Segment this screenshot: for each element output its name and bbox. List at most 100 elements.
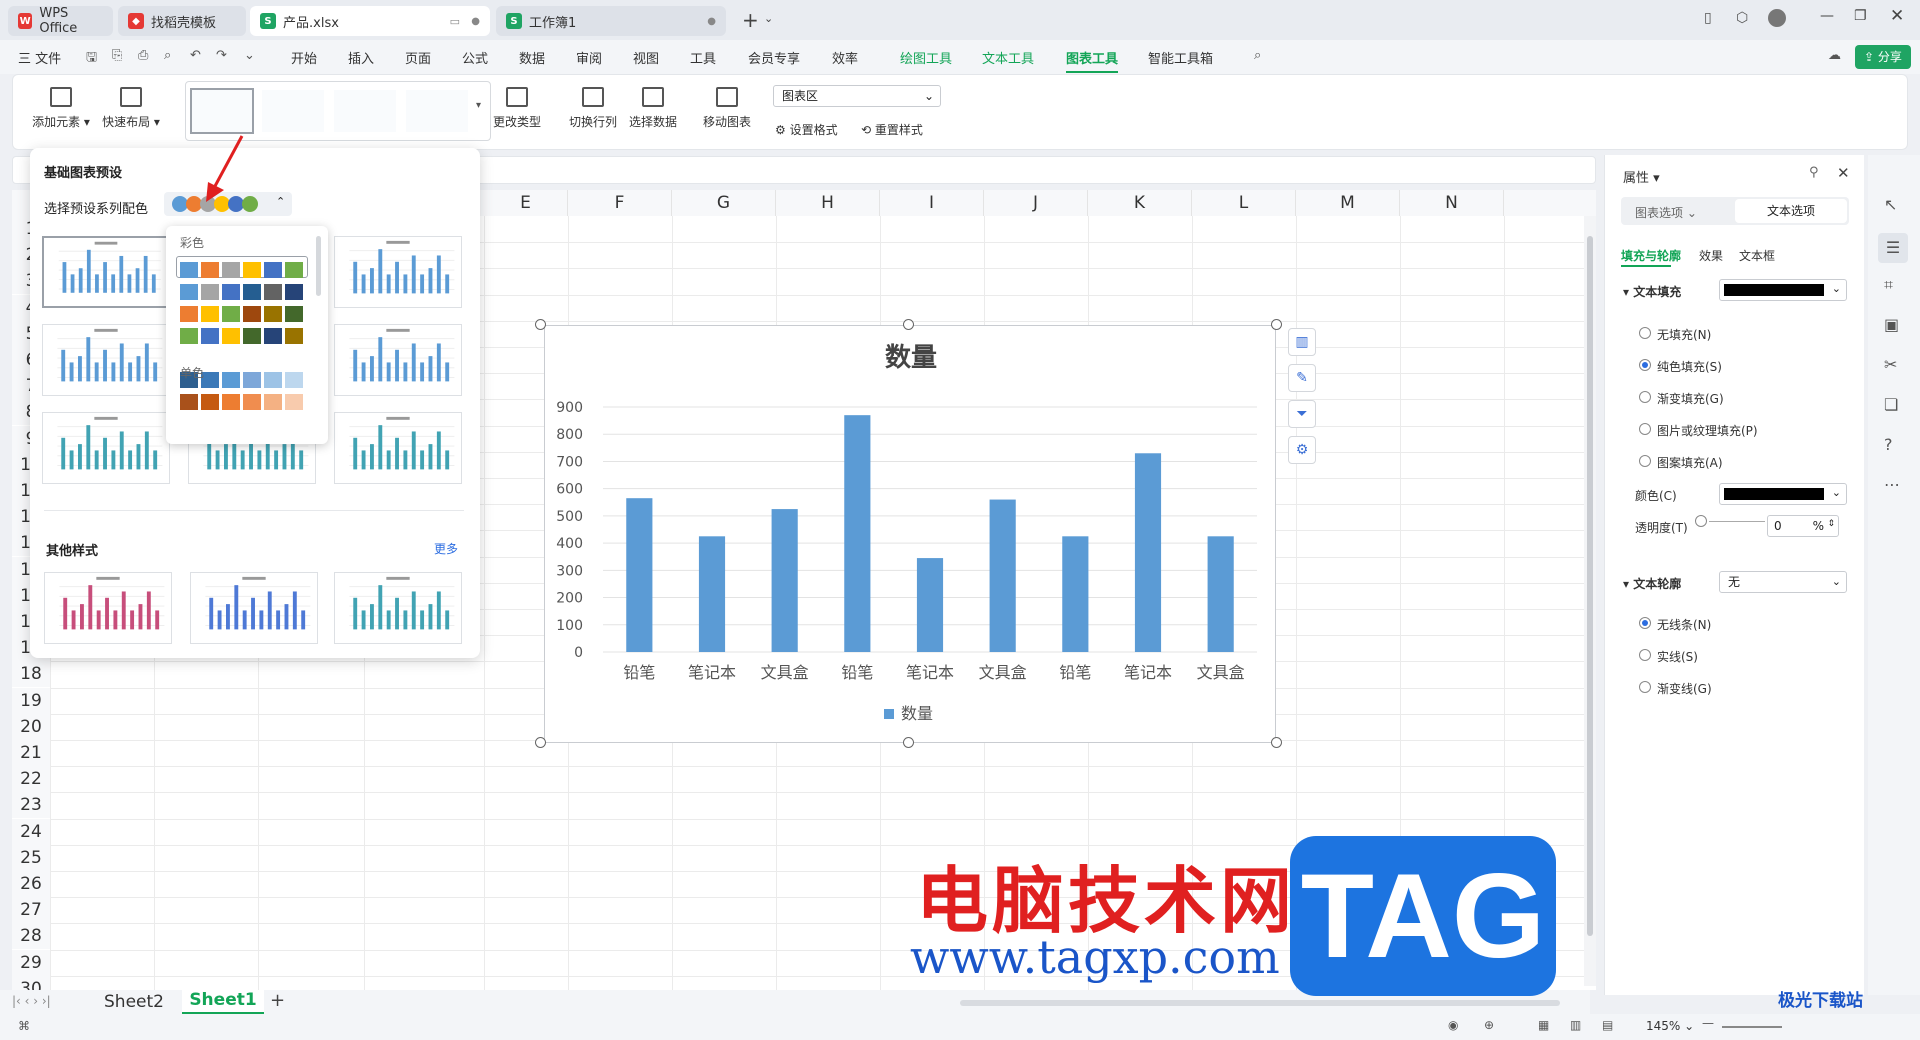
chart-settings-icon[interactable]: ⚙ bbox=[1288, 436, 1316, 464]
palette-swatch[interactable] bbox=[285, 328, 303, 344]
eye-protection-icon[interactable]: ◉ bbox=[1448, 1018, 1458, 1032]
select-data-button[interactable]: 选择数据 bbox=[625, 87, 681, 130]
palette-swatch[interactable] bbox=[285, 284, 303, 300]
palette-swatch[interactable] bbox=[201, 394, 219, 410]
zoom-out-icon[interactable]: — bbox=[1702, 1016, 1714, 1030]
restore-icon[interactable]: ❐ bbox=[1854, 8, 1867, 24]
style-thumb-2[interactable] bbox=[262, 90, 324, 132]
minimize-icon[interactable]: — bbox=[1820, 8, 1834, 24]
palette-swatch[interactable] bbox=[222, 328, 240, 344]
tab-chart-options[interactable]: 图表选项 ⌄ bbox=[1635, 204, 1697, 221]
avatar[interactable] bbox=[1768, 9, 1786, 27]
preset-thumb[interactable] bbox=[334, 412, 462, 484]
help-icon[interactable]: ? bbox=[1884, 435, 1893, 454]
menu-insert[interactable]: 插入 bbox=[348, 48, 374, 67]
resize-handle[interactable] bbox=[535, 737, 546, 748]
row-header[interactable]: 21 bbox=[12, 740, 50, 766]
undo-icon[interactable]: ↶ bbox=[190, 48, 201, 63]
chart-title[interactable]: 数量 bbox=[885, 343, 937, 373]
set-format-button[interactable]: ⚙ 设置格式 bbox=[775, 121, 838, 138]
properties-icon[interactable]: ☰ bbox=[1878, 233, 1908, 263]
export-icon[interactable]: ⎘ bbox=[112, 48, 122, 63]
radio-gradient-fill[interactable] bbox=[1639, 391, 1651, 403]
cube-icon[interactable]: ⬡ bbox=[1736, 10, 1748, 26]
text-outline-section[interactable]: ▾ 文本轮廓 bbox=[1623, 575, 1681, 592]
page-break-icon[interactable]: ▤ bbox=[1602, 1018, 1613, 1032]
more-icon[interactable]: ⋯ bbox=[1884, 475, 1900, 494]
change-type-button[interactable]: 更改类型 bbox=[489, 87, 545, 130]
preset-thumb[interactable] bbox=[334, 236, 462, 308]
menu-efficiency[interactable]: 效率 bbox=[832, 48, 858, 67]
radio-no-line[interactable] bbox=[1639, 617, 1651, 629]
normal-view-icon[interactable]: ▦ bbox=[1538, 1018, 1549, 1032]
close-icon[interactable]: ✕ bbox=[1837, 164, 1850, 182]
book-icon[interactable]: ❏ bbox=[1884, 395, 1898, 414]
palette-swatch[interactable] bbox=[222, 262, 240, 278]
column-header[interactable]: G bbox=[672, 190, 776, 216]
row-header[interactable]: 27 bbox=[12, 897, 50, 924]
palette-swatch[interactable] bbox=[243, 284, 261, 300]
zoom-slider[interactable] bbox=[1722, 1026, 1782, 1028]
stepper-icon[interactable]: ⇕ bbox=[1827, 514, 1835, 534]
add-element-button[interactable]: 添加元素 ▾ bbox=[29, 87, 93, 130]
nav-arrows-icon[interactable]: |‹ ‹ › ›| bbox=[12, 994, 51, 1008]
column-header[interactable]: E bbox=[484, 190, 568, 216]
resize-handle[interactable] bbox=[903, 737, 914, 748]
preset-thumb[interactable] bbox=[42, 412, 170, 484]
menu-chart-tools[interactable]: 图表工具 bbox=[1066, 48, 1119, 73]
column-header[interactable]: N bbox=[1400, 190, 1504, 216]
column-header[interactable]: L bbox=[1192, 190, 1296, 216]
scrollbar-thumb[interactable] bbox=[1587, 236, 1593, 936]
chevron-down-icon[interactable]: ⌄ bbox=[244, 48, 255, 63]
legend-label[interactable]: 数量 bbox=[901, 704, 933, 723]
row-header[interactable]: 24 bbox=[12, 818, 50, 845]
radio-no-fill[interactable] bbox=[1639, 327, 1651, 339]
crop-icon[interactable]: ⌗ bbox=[1884, 275, 1893, 295]
palette-swatch[interactable] bbox=[180, 394, 198, 410]
chart-style-brush-icon[interactable]: ✎ bbox=[1288, 364, 1316, 392]
menu-ai-toolbox[interactable]: 智能工具箱 bbox=[1148, 48, 1213, 67]
text-fill-color-picker[interactable]: ⌄ bbox=[1719, 279, 1847, 301]
resize-handle[interactable] bbox=[903, 319, 914, 330]
bar[interactable] bbox=[1134, 453, 1162, 652]
share-button[interactable]: ⇪ 分享 bbox=[1855, 45, 1911, 69]
style-thumb-4[interactable] bbox=[406, 90, 468, 132]
row-header[interactable]: 19 bbox=[12, 687, 50, 714]
redo-icon[interactable]: ↷ bbox=[216, 48, 227, 63]
new-tab-plus-icon[interactable]: + bbox=[742, 8, 759, 32]
tab-wps-office[interactable]: W WPS Office bbox=[8, 6, 113, 36]
tab-template[interactable]: ◆ 找稻壳模板 bbox=[118, 6, 246, 36]
palette-swatch[interactable] bbox=[222, 284, 240, 300]
palette-swatch[interactable] bbox=[222, 372, 240, 388]
outline-select[interactable]: 无 ⌄ bbox=[1719, 571, 1847, 593]
palette-swatch[interactable] bbox=[264, 372, 282, 388]
reset-style-button[interactable]: ⟲ 重置样式 bbox=[861, 121, 923, 138]
subtab-fill-outline[interactable]: 填充与轮廓 bbox=[1621, 247, 1681, 264]
menu-formula[interactable]: 公式 bbox=[462, 48, 488, 67]
bar[interactable] bbox=[771, 509, 798, 652]
column-header[interactable]: I bbox=[880, 190, 984, 216]
column-header[interactable]: J bbox=[984, 190, 1088, 216]
subtab-effect[interactable]: 效果 bbox=[1699, 247, 1723, 264]
layout-icon[interactable]: ▯ bbox=[1704, 10, 1712, 26]
subtab-textbox[interactable]: 文本框 bbox=[1739, 247, 1775, 264]
palette-swatch[interactable] bbox=[264, 394, 282, 410]
other-style-thumb[interactable] bbox=[334, 572, 462, 644]
other-style-thumb[interactable] bbox=[190, 572, 318, 644]
row-header[interactable]: 18 bbox=[12, 661, 50, 688]
print-icon[interactable]: ⎙ bbox=[138, 48, 148, 63]
quick-layout-button[interactable]: 快速布局 ▾ bbox=[99, 87, 163, 130]
palette-swatch[interactable] bbox=[180, 284, 198, 300]
column-header[interactable]: M bbox=[1296, 190, 1400, 216]
bar[interactable] bbox=[916, 558, 944, 652]
palette-swatch[interactable] bbox=[201, 262, 219, 278]
tab-text-options[interactable]: 文本选项 bbox=[1735, 199, 1847, 223]
column-header[interactable]: K bbox=[1088, 190, 1192, 216]
transparency-slider[interactable] bbox=[1709, 521, 1765, 522]
resize-handle[interactable] bbox=[1271, 737, 1282, 748]
palette-swatch[interactable] bbox=[180, 262, 198, 278]
palette-swatch[interactable] bbox=[180, 306, 198, 322]
menu-review[interactable]: 审阅 bbox=[576, 48, 602, 67]
menu-tools[interactable]: 工具 bbox=[690, 48, 716, 67]
more-link[interactable]: 更多 bbox=[434, 540, 458, 557]
